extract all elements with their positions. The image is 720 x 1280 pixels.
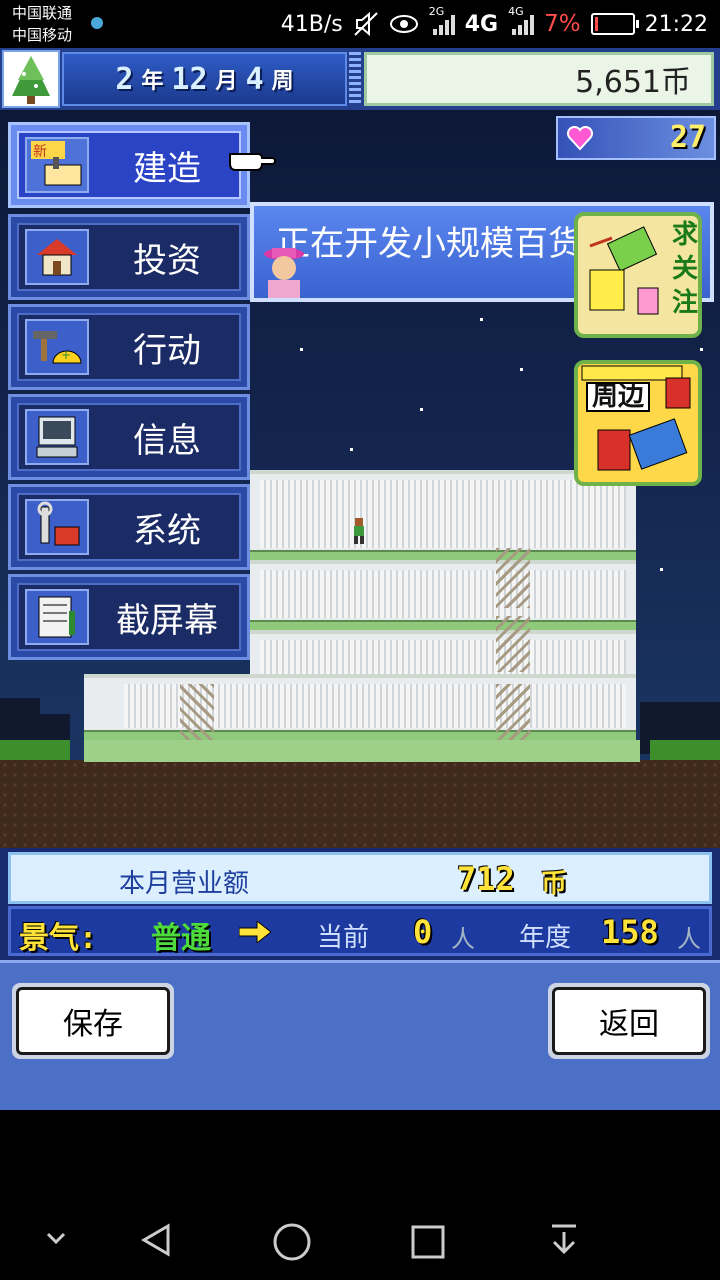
month-number: 12 (171, 61, 208, 97)
svg-text:新: 新 (33, 144, 47, 160)
stats-row: 景气: 普通 当前 0 人 年度 158 人 (8, 906, 712, 956)
merchandise-label: 周边 (586, 382, 651, 412)
menu-system-button[interactable]: 系统 (8, 484, 250, 570)
mute-icon (354, 11, 378, 37)
month-unit: 月 (215, 69, 238, 94)
new-build-icon: 新 (25, 137, 89, 193)
hammer-helmet-icon: + (25, 319, 89, 375)
ground-floor-slab (84, 740, 640, 762)
follow-char-1: 求 (672, 220, 699, 250)
year-number: 2 (115, 61, 134, 97)
game-screen[interactable]: 2 年 12 月 4 周 5,651币 27 新 建造 投资 + 行动 信息 系… (0, 48, 720, 1110)
hearts-count: 27 (669, 120, 706, 155)
season-tree-icon (2, 50, 60, 108)
computer-icon (25, 409, 89, 465)
document-icon (25, 589, 89, 645)
status-bar: 中国联通 中国移动 41B/s 2G 4G 4G 7% 21:22 (0, 0, 720, 48)
mood-value: 普通 (151, 921, 211, 956)
bottom-action-panel: 保存 返回 (0, 960, 720, 1110)
current-label: 当前 (317, 923, 370, 953)
home-circle-icon[interactable] (272, 1222, 312, 1262)
menu-action-label: 行动 (133, 330, 201, 371)
mood-label: 景气: (19, 921, 98, 956)
year-visitors-unit: 人 (677, 925, 701, 953)
svg-text:+: + (61, 348, 71, 362)
hearts-display: 27 (556, 116, 716, 160)
net-type-4g: 4G (464, 11, 499, 37)
ground (0, 760, 720, 848)
staircase (496, 548, 530, 608)
floor-1 (84, 674, 636, 744)
assistant-girl-icon (264, 248, 304, 298)
grass (0, 740, 70, 760)
current-value: 0 (413, 913, 433, 951)
week-unit: 周 (271, 69, 294, 94)
date-progress-gauge (349, 52, 361, 106)
menu-screenshot-label: 截屏幕 (116, 600, 218, 641)
net-speed: 41B/s (280, 11, 343, 37)
shopper-sprite (354, 518, 364, 544)
business-info-panel: 本月营业额 712 币 景气: 普通 当前 0 人 年度 158 人 (0, 848, 720, 960)
back-triangle-icon[interactable] (138, 1222, 174, 1258)
year-unit: 年 (141, 69, 164, 94)
game-date: 2 年 12 月 4 周 (62, 52, 347, 106)
top-bar: 2 年 12 月 4 周 5,651币 (0, 48, 720, 110)
monthly-revenue-label: 本月营业额 (119, 869, 250, 899)
trend-arrow-icon (239, 921, 271, 943)
eye-icon (389, 15, 418, 33)
follow-badge-button[interactable]: 求 关 注 (574, 212, 702, 338)
follow-char-3: 注 (672, 288, 699, 318)
follow-char-2: 关 (672, 254, 699, 284)
carrier-1: 中国联通 (12, 4, 73, 22)
net-type-2g: 2G (428, 5, 445, 18)
save-button[interactable]: 保存 (12, 983, 174, 1059)
hd-icon (91, 17, 103, 29)
net-type-4g-small: 4G (508, 5, 524, 18)
banner-text: 正在开发小规模百货 (276, 224, 582, 264)
clock: 21:22 (644, 11, 708, 37)
merchandise-badge-button[interactable]: 周边 (574, 360, 702, 486)
monthly-revenue-value: 712 (457, 860, 515, 898)
pointer-hand-icon (229, 153, 276, 171)
menu-screenshot-button[interactable]: 截屏幕 (8, 574, 250, 660)
system-nav-bar (0, 1110, 720, 1280)
house-icon (25, 229, 89, 285)
menu-info-label: 信息 (133, 420, 201, 461)
week-number: 4 (245, 61, 264, 97)
menu-invest-label: 投资 (133, 240, 201, 281)
money-display: 5,651币 (364, 52, 714, 106)
back-button[interactable]: 返回 (548, 983, 710, 1059)
menu-build-label: 建造 (133, 148, 201, 189)
recents-square-icon[interactable] (410, 1224, 446, 1260)
battery-icon (590, 13, 639, 35)
collapse-chevron-icon[interactable] (44, 1226, 68, 1250)
monthly-revenue-unit: 币 (541, 869, 568, 899)
floor-3 (250, 560, 636, 634)
back-button-label: 返回 (552, 987, 706, 1055)
year-visitors-value: 158 (601, 913, 659, 951)
menu-action-button[interactable]: + 行动 (8, 304, 250, 390)
battery-percent: 7% (544, 11, 581, 37)
save-button-label: 保存 (16, 987, 170, 1055)
heart-icon (566, 125, 594, 151)
current-unit: 人 (451, 925, 475, 953)
monthly-revenue-row: 本月营业额 712 币 (8, 852, 712, 904)
carrier-2: 中国移动 (12, 26, 73, 44)
notification-pulldown-icon[interactable] (548, 1222, 580, 1258)
menu-info-button[interactable]: 信息 (8, 394, 250, 480)
menu-system-label: 系统 (133, 510, 201, 551)
menu-invest-button[interactable]: 投资 (8, 214, 250, 300)
menu-build-button[interactable]: 新 建造 (8, 122, 250, 208)
year-label: 年度 (519, 923, 572, 953)
wrench-icon (25, 499, 89, 555)
